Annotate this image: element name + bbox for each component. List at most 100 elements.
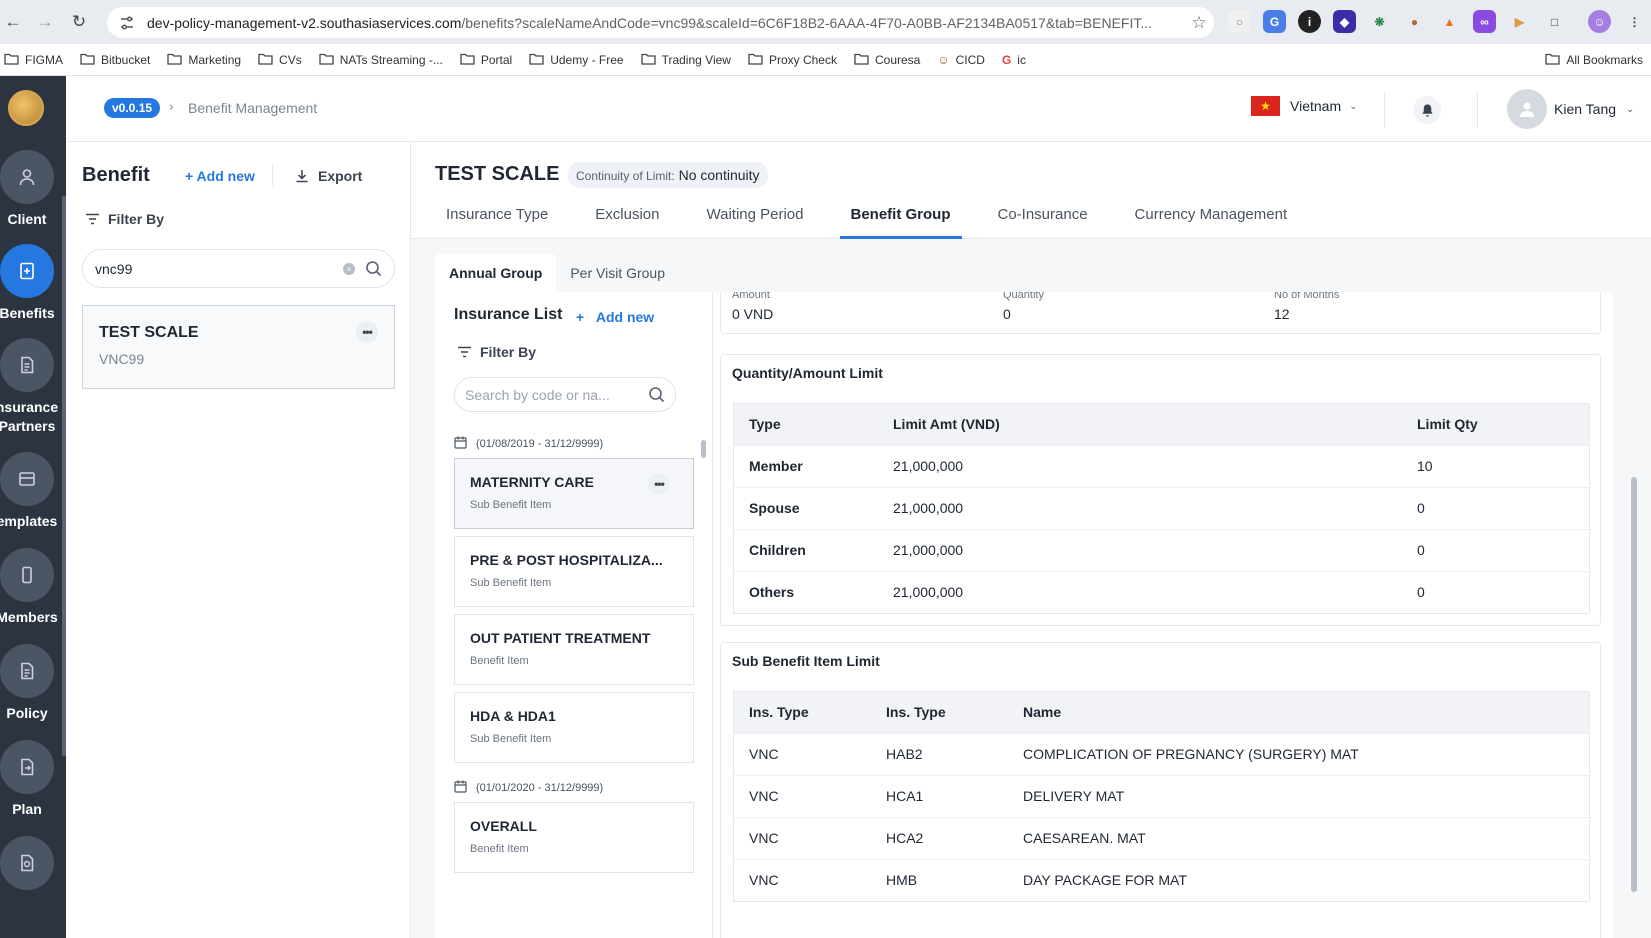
notification-bell-icon[interactable] <box>1413 96 1441 124</box>
url-text[interactable]: dev-policy-management-v2.southasiaservic… <box>147 15 1184 31</box>
table-cell: VNC <box>749 872 779 888</box>
export-button[interactable]: Export <box>295 168 362 184</box>
add-label: Add new <box>595 309 655 325</box>
user-menu[interactable]: Kien Tang ⌄ <box>1507 89 1634 129</box>
metamask-icon[interactable]: ▲ <box>1438 10 1461 33</box>
table-cell: HCA1 <box>886 788 924 804</box>
quantity-value: 0 <box>1003 306 1011 322</box>
scale-card[interactable]: TEST SCALE VNC99 ••• <box>82 305 395 389</box>
extension-icon[interactable]: ∞ <box>1473 10 1496 33</box>
filter-toggle[interactable]: Filter By <box>86 211 164 227</box>
puzzle-icon[interactable]: □ <box>1543 10 1566 33</box>
bookmark-star-icon[interactable]: ☆ <box>1184 13 1214 33</box>
add-insurance-button[interactable]: + Add new <box>576 309 654 325</box>
clear-icon[interactable]: × <box>343 262 355 275</box>
nav-client[interactable]: Client <box>0 150 60 229</box>
tab-exclusion[interactable]: Exclusion <box>584 205 670 239</box>
tab-co-insurance[interactable]: Co-Insurance <box>987 205 1099 239</box>
continuity-badge: Continuity of Limit: No continuity <box>568 162 768 188</box>
forward-icon[interactable]: → <box>32 9 58 35</box>
address-bar[interactable]: dev-policy-management-v2.southasiaservic… <box>107 7 1214 38</box>
phone-icon <box>0 548 54 602</box>
nav-label: Plan <box>12 801 42 817</box>
period-label: (01/08/2019 - 31/12/9999) <box>476 438 604 450</box>
nav-insurance-partners[interactable]: nsurance Partners <box>0 338 60 436</box>
search-icon[interactable] <box>648 386 665 403</box>
bookmark-item[interactable]: Portal <box>460 52 512 68</box>
table-row[interactable]: Children 21,000,000 0 <box>734 529 1589 571</box>
extension-icon[interactable]: ▶ <box>1508 10 1531 33</box>
extension-icon[interactable]: ○ <box>1228 10 1251 33</box>
add-benefit-button[interactable]: + Add new <box>185 168 255 184</box>
translate-icon[interactable]: G <box>1263 10 1286 33</box>
insurance-item-card[interactable]: PRE & POST HOSPITALIZA... Sub Benefit Ite… <box>454 536 694 607</box>
profile-icon[interactable]: ☺ <box>1588 10 1611 33</box>
nav-benefits[interactable]: Benefits <box>0 244 60 323</box>
extensions-area: ○ G i ◆ ❋ ● ▲ ∞ ▶ □ ☺ ⋮ <box>1228 10 1646 33</box>
app-logo[interactable] <box>8 90 44 126</box>
bookmark-item[interactable]: Udemy - Free <box>529 52 624 68</box>
menu-icon[interactable]: ⋮ <box>1623 10 1646 33</box>
bookmark-item[interactable]: NATs Streaming -... <box>319 52 443 68</box>
search-field[interactable] <box>465 386 648 403</box>
bookmark-item[interactable]: Couresa <box>854 52 920 68</box>
bookmark-item[interactable]: Trading View <box>640 52 731 68</box>
more-options-icon[interactable]: ••• <box>648 473 670 495</box>
bookmark-item[interactable]: ☺ CICD <box>937 53 985 67</box>
extension-icon[interactable]: ◆ <box>1333 10 1356 33</box>
tab-currency-management[interactable]: Currency Management <box>1124 205 1299 239</box>
folder-icon <box>319 52 340 68</box>
search-value[interactable]: vnc99 <box>95 261 343 277</box>
search-icon[interactable] <box>365 260 382 277</box>
table-row[interactable]: Spouse 21,000,000 0 <box>734 487 1589 529</box>
bookmark-label: Portal <box>480 52 513 67</box>
list-scrollbar[interactable] <box>701 440 706 458</box>
table-row[interactable]: VNC HCA2 CAESAREAN. MAT <box>734 817 1589 859</box>
sub-tab-per-visit-group[interactable]: Per Visit Group <box>556 254 679 292</box>
bookmark-item[interactable]: FIGMA <box>4 52 63 68</box>
bookmark-item[interactable]: Gic <box>1002 53 1026 67</box>
nav-policy[interactable]: Policy <box>0 644 60 723</box>
tab-waiting-period[interactable]: Waiting Period <box>696 205 815 239</box>
all-bookmarks[interactable]: All Bookmarks <box>1545 52 1643 68</box>
tab-benefit-group[interactable]: Benefit Group <box>839 205 962 239</box>
extension-icon[interactable]: i <box>1298 10 1321 33</box>
filter-toggle[interactable]: Filter By <box>458 344 536 360</box>
benefit-search-input[interactable]: vnc99 × <box>82 249 395 288</box>
table-row[interactable]: VNC HCA1 DELIVERY MAT <box>734 775 1589 817</box>
breadcrumb[interactable]: Benefit Management <box>188 100 317 116</box>
extension-icon[interactable]: ❋ <box>1368 10 1391 33</box>
table-row[interactable]: Member 21,000,000 10 <box>734 445 1589 487</box>
nav-more[interactable] <box>0 836 60 896</box>
insurance-item-card[interactable]: OVERALL Benefit Item <box>454 802 694 873</box>
cookie-icon[interactable]: ● <box>1403 10 1426 33</box>
table-cell: 0 <box>1417 500 1425 516</box>
table-row[interactable]: Others 21,000,000 0 <box>734 571 1589 613</box>
bookmark-item[interactable]: CVs <box>258 52 302 68</box>
table-row[interactable]: VNC HMB DAY PACKAGE FOR MAT <box>734 859 1589 901</box>
more-options-icon[interactable]: ••• <box>356 321 378 343</box>
bookmark-item[interactable]: Proxy Check <box>748 52 837 68</box>
main-scrollbar[interactable] <box>1631 477 1637 892</box>
chevron-right-icon: › <box>169 98 174 114</box>
folder-icon <box>258 52 279 68</box>
insurance-item-card[interactable]: HDA & HDA1 Sub Benefit Item <box>454 692 694 763</box>
nav-members[interactable]: Members <box>0 548 60 627</box>
user-name: Kien Tang <box>1554 101 1617 117</box>
site-settings-icon[interactable] <box>119 15 135 31</box>
nav-templates[interactable]: emplates <box>0 452 60 531</box>
reload-icon[interactable]: ↻ <box>66 9 92 35</box>
bookmark-item[interactable]: Bitbucket <box>80 52 150 68</box>
country-select[interactable]: ★ Vietnam ⌄ <box>1251 96 1358 116</box>
table-row[interactable]: VNC HAB2 COMPLICATION OF PREGNANCY (SURGER… <box>734 733 1589 775</box>
insurance-item-card[interactable]: MATERNITY CARE Sub Benefit Item ••• <box>454 458 694 529</box>
back-icon[interactable]: ← <box>0 9 26 35</box>
nav-plan[interactable]: Plan <box>0 740 60 819</box>
insurance-search-input[interactable] <box>454 377 676 412</box>
bookmark-item[interactable]: Marketing <box>167 52 241 68</box>
sub-tab-annual-group[interactable]: Annual Group <box>435 254 557 292</box>
tab-insurance-type[interactable]: Insurance Type <box>435 205 559 239</box>
filter-icon <box>86 213 99 225</box>
insurance-list-title: Insurance List <box>454 306 563 323</box>
insurance-item-card[interactable]: OUT PATIENT TREATMENT Benefit Item <box>454 614 694 685</box>
